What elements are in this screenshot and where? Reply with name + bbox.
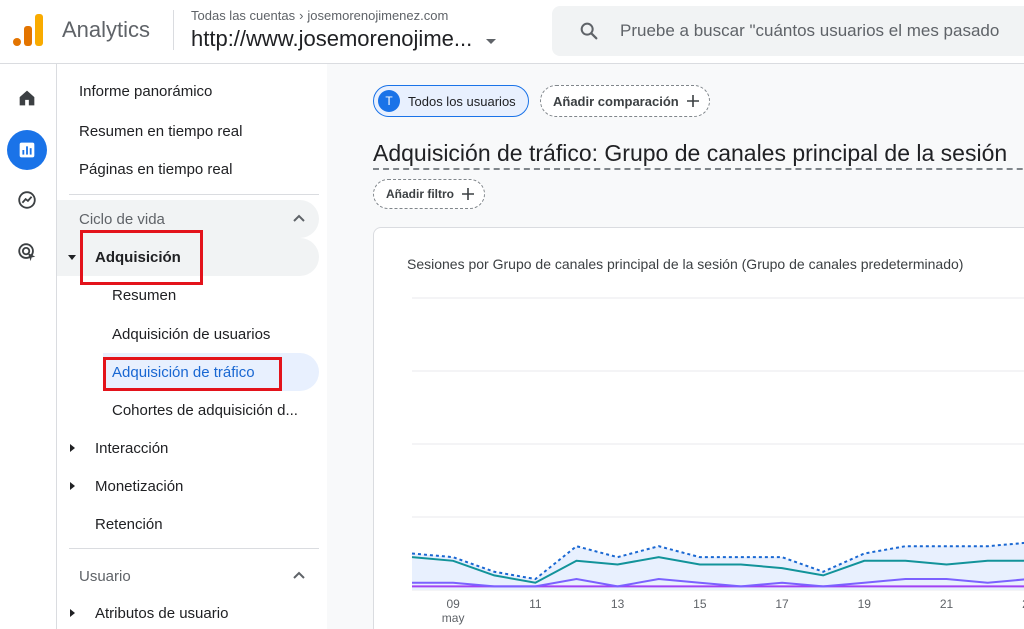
chevron-up-icon[interactable] (293, 214, 305, 222)
breadcrumb-all-accounts[interactable]: Todas las cuentas (191, 8, 295, 23)
x-tick-label: 13 (611, 597, 625, 611)
property-name[interactable]: http://www.josemorenojime... (191, 26, 472, 52)
analytics-logo-icon[interactable] (12, 14, 44, 46)
nav-monetizacion[interactable]: Monetización (57, 468, 183, 504)
search-bar[interactable]: Pruebe a buscar "cuántos usuarios el mes… (552, 6, 1024, 56)
segment-chip[interactable]: T Todos los usuarios (373, 85, 529, 117)
nav-resumen[interactable]: Resumen (112, 277, 176, 313)
header-divider (173, 10, 174, 50)
caret-right-icon[interactable] (70, 609, 75, 617)
x-tick-label: 19 (858, 597, 872, 611)
section-usuario[interactable]: Usuario (57, 557, 319, 595)
nav-panel: Informe panorámico Resumen en tiempo rea… (57, 64, 327, 629)
nav-paginas-tiempo-real[interactable]: Páginas en tiempo real (79, 151, 232, 187)
reports-icon[interactable] (7, 130, 47, 170)
x-tick-label: 11 (529, 597, 542, 611)
x-tick-label: 17 (775, 597, 789, 611)
app-name: Analytics (62, 17, 151, 42)
search-icon[interactable] (578, 20, 600, 42)
nav-adquisicion[interactable]: Adquisición (57, 239, 319, 275)
segment-avatar: T (378, 90, 400, 112)
home-icon[interactable] (7, 78, 47, 118)
nav-atributos-usuario[interactable]: Atributos de usuario (57, 595, 228, 629)
nav-monetizacion-label: Monetización (95, 477, 184, 495)
x-tick-label: 09 (446, 597, 460, 611)
breadcrumb[interactable]: Todas las cuentas › josemorenojimenez.co… (191, 8, 448, 23)
search-input[interactable]: Pruebe a buscar "cuántos usuarios el mes… (620, 21, 999, 41)
caret-down-icon[interactable] (68, 255, 76, 260)
section-label: Ciclo de vida (79, 210, 165, 228)
plus-icon (686, 95, 699, 107)
caret-right-icon[interactable] (70, 444, 75, 452)
top-bar: Analytics Todas las cuentas › josemoreno… (0, 0, 1024, 64)
breadcrumb-account[interactable]: josemorenojimenez.com (307, 8, 448, 23)
nav-adquisicion-trafico[interactable]: Adquisición de tráfico (112, 354, 255, 390)
add-filter-label: Añadir filtro (386, 187, 454, 201)
x-tick-label: 15 (693, 597, 707, 611)
nav-adquisicion-usuarios[interactable]: Adquisición de usuarios (112, 316, 270, 352)
nav-cohortes[interactable]: Cohortes de adquisición d... (112, 392, 298, 428)
property-selector[interactable]: http://www.josemorenojime... (191, 26, 497, 52)
section-label: Usuario (79, 567, 131, 585)
chevron-up-icon[interactable] (293, 571, 305, 579)
line-chart[interactable]: 0911131517192123may (374, 228, 1024, 629)
segment-label: Todos los usuarios (408, 93, 516, 109)
nav-interaccion[interactable]: Interacción (57, 430, 168, 466)
nav-retencion[interactable]: Retención (95, 506, 163, 542)
add-filter-button[interactable]: Añadir filtro (373, 179, 485, 209)
nav-adquisicion-label: Adquisición (95, 248, 181, 266)
nav-atributos-label: Atributos de usuario (95, 604, 229, 622)
nav-interaccion-label: Interacción (95, 439, 169, 457)
advertising-icon[interactable] (7, 232, 47, 272)
nav-divider (69, 194, 319, 195)
page-title: Adquisición de tráfico: Grupo de canales… (373, 140, 1024, 170)
x-sublabel: may (442, 611, 465, 625)
nav-divider (69, 548, 319, 549)
caret-right-icon[interactable] (70, 482, 75, 490)
nav-informe-panoramico[interactable]: Informe panorámico (79, 73, 212, 109)
main-content: T Todos los usuarios Añadir comparación … (327, 64, 1024, 629)
add-comparison-label: Añadir comparación (553, 93, 679, 109)
plus-icon (462, 188, 474, 200)
caret-down-icon[interactable] (486, 38, 497, 44)
series-area (412, 542, 1024, 590)
x-tick-label: 21 (940, 597, 954, 611)
nav-resumen-tiempo-real[interactable]: Resumen en tiempo real (79, 113, 242, 149)
chevron-right-icon: › (299, 8, 304, 23)
explore-icon[interactable] (7, 180, 47, 220)
section-ciclo-de-vida[interactable]: Ciclo de vida (57, 200, 319, 238)
left-rail (0, 64, 57, 629)
chart-card: Sesiones por Grupo de canales principal … (373, 227, 1024, 629)
add-comparison-button[interactable]: Añadir comparación (540, 85, 710, 117)
